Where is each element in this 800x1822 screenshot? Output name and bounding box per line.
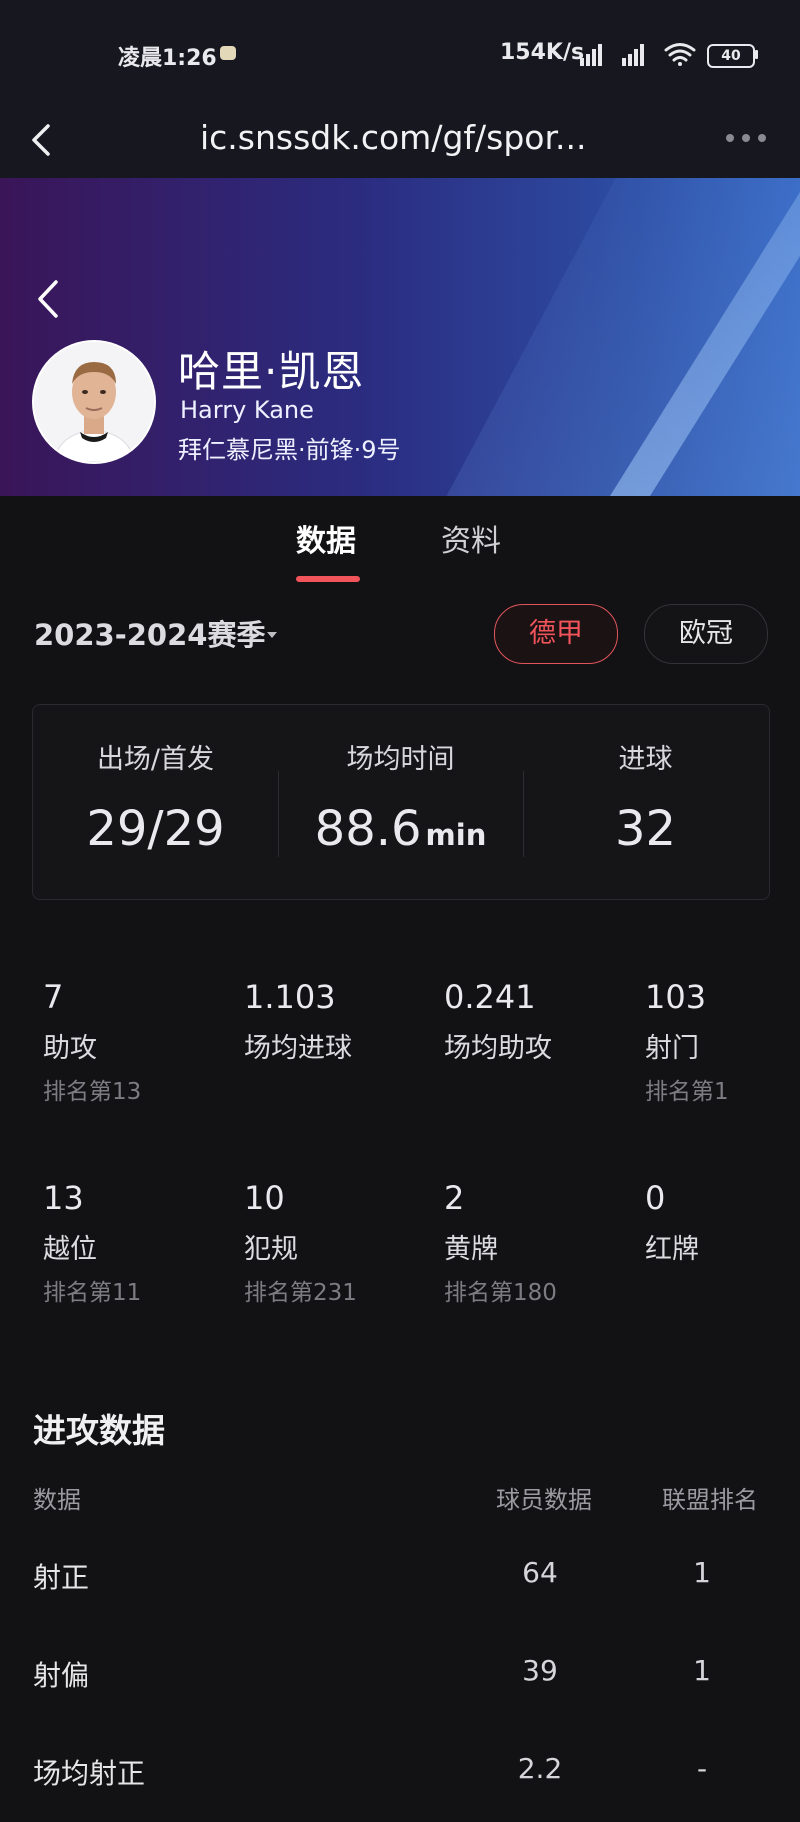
- stat-red-cards: 0 红牌: [645, 1179, 800, 1273]
- tab-data[interactable]: 数据: [296, 516, 356, 560]
- player-photo: [34, 342, 154, 462]
- table-header: 数据 球员数据 联盟排名: [0, 1480, 800, 1520]
- row-player-value: 64: [522, 1556, 558, 1589]
- stat-rank: 排名第1: [645, 1079, 729, 1105]
- stat-label: 黄牌: [444, 1234, 498, 1265]
- column-header-stat: 数据: [33, 1486, 81, 1514]
- summary-value-number: 88.6: [314, 801, 422, 857]
- summary-unit: min: [425, 818, 487, 852]
- row-league-rank: -: [696, 1752, 708, 1785]
- stat-label: 射门: [645, 1033, 699, 1064]
- tab-profile[interactable]: 资料: [441, 516, 501, 560]
- summary-appearances: 出场/首发 29/29: [33, 705, 278, 899]
- stat-value: 7: [43, 978, 64, 1016]
- summary-goals: 进球 32: [523, 705, 768, 899]
- stat-rank: 排名第231: [244, 1280, 357, 1306]
- back-icon[interactable]: [22, 120, 62, 160]
- column-header-rank: 联盟排名: [662, 1486, 758, 1514]
- more-icon[interactable]: [722, 128, 770, 148]
- back-icon[interactable]: [30, 276, 70, 322]
- stat-rank: 排名第180: [444, 1280, 557, 1306]
- stat-rank: 排名第13: [43, 1079, 142, 1105]
- stat-value: 0.241: [444, 978, 536, 1016]
- summary-value-number: 29/29: [86, 801, 225, 857]
- stat-assists: 7 助攻 排名第13: [43, 978, 233, 1106]
- player-name: 哈里·凯恩: [178, 347, 365, 396]
- column-header-player: 球员数据: [496, 1486, 592, 1514]
- section-title: 进攻数据: [33, 1411, 165, 1450]
- row-stat-name: 场均射正: [33, 1757, 146, 1790]
- stat-value: 0: [645, 1179, 666, 1217]
- stat-offsides: 13 越位 排名第11: [43, 1179, 233, 1307]
- player-header: 哈里·凯恩 Harry Kane 拜仁慕尼黑·前锋·9号: [0, 178, 800, 496]
- notification-icon: [220, 46, 236, 60]
- stat-fouls: 10 犯规 排名第231: [244, 1179, 434, 1307]
- stat-assists-per-game: 0.241 场均助攻: [444, 978, 634, 1072]
- signal-icon: [580, 44, 602, 66]
- summary-label: 场均时间: [346, 744, 455, 775]
- stat-label: 犯规: [244, 1234, 298, 1265]
- league-button-bundesliga[interactable]: 德甲: [494, 604, 618, 664]
- summary-value: 32: [523, 801, 768, 857]
- player-team-position: 拜仁慕尼黑·前锋·9号: [178, 436, 401, 464]
- stat-value: 103: [645, 978, 707, 1016]
- row-player-value: 2.2: [517, 1752, 563, 1785]
- stat-value: 1.103: [244, 978, 336, 1016]
- row-stat-name: 射正: [33, 1561, 90, 1594]
- player-english-name: Harry Kane: [180, 396, 314, 424]
- row-player-value: 39: [522, 1654, 558, 1687]
- stat-label: 助攻: [43, 1033, 97, 1064]
- table-row: 射正 64 1: [0, 1528, 800, 1626]
- season-selector[interactable]: 2023-2024赛季: [34, 612, 265, 654]
- table-row: 场均射正 2.2 -: [0, 1724, 800, 1822]
- active-tab-indicator: [296, 576, 360, 582]
- summary-card: 出场/首发 29/29 场均时间 88.6 min 进球 32: [32, 704, 770, 900]
- status-bar: 凌晨1:26 154K/s 40: [0, 0, 800, 110]
- signal-icon-2: [622, 44, 644, 66]
- battery-tip: [755, 50, 758, 59]
- stat-label: 场均助攻: [444, 1033, 552, 1064]
- summary-value-number: 32: [614, 801, 677, 857]
- row-league-rank: 1: [693, 1556, 711, 1589]
- row-league-rank: 1: [693, 1654, 711, 1687]
- network-speed: 154K/s: [500, 40, 585, 65]
- url-bar: ic.snssdk.com/gf/spor...: [0, 110, 800, 178]
- stat-label: 越位: [43, 1234, 97, 1265]
- url-text[interactable]: ic.snssdk.com/gf/spor...: [200, 118, 620, 157]
- stat-value: 10: [244, 1179, 285, 1217]
- stat-shots: 103 射门 排名第1: [645, 978, 800, 1106]
- stat-goals-per-game: 1.103 场均进球: [244, 978, 434, 1072]
- status-time: 凌晨1:26: [118, 46, 217, 71]
- stat-value: 13: [43, 1179, 84, 1217]
- wifi-icon: [664, 43, 696, 66]
- table-row: 射偏 39 1: [0, 1626, 800, 1724]
- summary-value: 88.6 min: [278, 801, 523, 857]
- caret-down-icon[interactable]: [266, 630, 278, 640]
- summary-minutes: 场均时间 88.6 min: [278, 705, 523, 899]
- stat-label: 场均进球: [244, 1033, 352, 1064]
- league-button-ucl[interactable]: 欧冠: [644, 604, 768, 664]
- summary-label: 出场/首发: [96, 744, 215, 775]
- stat-value: 2: [444, 1179, 465, 1217]
- player-avatar: [32, 340, 156, 464]
- tab-bar: 数据 资料: [0, 496, 800, 586]
- battery-icon: 40: [707, 44, 755, 68]
- stat-yellow-cards: 2 黄牌 排名第180: [444, 1179, 634, 1307]
- row-stat-name: 射偏: [33, 1659, 90, 1692]
- stat-rank: 排名第11: [43, 1280, 142, 1306]
- summary-label: 进球: [618, 744, 673, 775]
- stat-label: 红牌: [645, 1234, 699, 1265]
- summary-value: 29/29: [33, 801, 278, 857]
